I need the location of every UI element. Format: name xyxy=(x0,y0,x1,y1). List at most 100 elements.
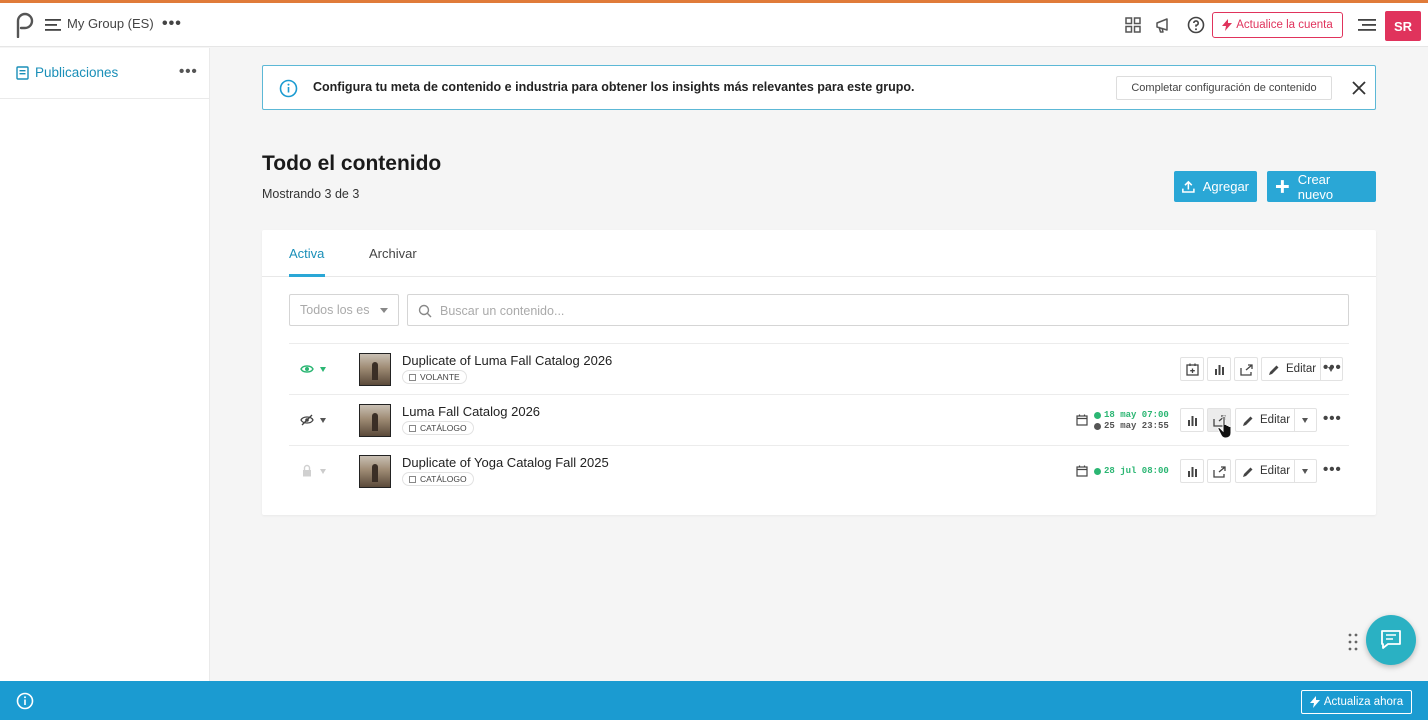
search-icon xyxy=(418,304,432,318)
chat-icon xyxy=(1381,630,1401,649)
content-thumbnail[interactable] xyxy=(359,455,391,488)
content-setup-banner: Configura tu meta de contenido e industr… xyxy=(262,65,1376,110)
content-thumbnail[interactable] xyxy=(359,404,391,437)
schedule-start: 28 jul 08:00 xyxy=(1094,466,1169,476)
info-icon[interactable] xyxy=(16,692,34,710)
share-icon xyxy=(1212,465,1226,478)
pencil-icon xyxy=(1269,365,1279,375)
menu-icon[interactable] xyxy=(44,16,62,34)
upload-icon xyxy=(1182,180,1195,193)
stats-button[interactable] xyxy=(1180,408,1204,432)
visibility-dropdown-icon[interactable] xyxy=(320,367,326,372)
search-field[interactable] xyxy=(407,294,1349,326)
content-type-label: CATÁLOGO xyxy=(420,423,467,433)
help-icon[interactable] xyxy=(1187,16,1205,34)
tab-bar: Activa Archivar xyxy=(262,230,1376,277)
upgrade-now-button[interactable]: Actualiza ahora xyxy=(1301,690,1412,714)
close-icon[interactable] xyxy=(1351,80,1367,96)
schedule-end: 25 may 23:55 xyxy=(1094,421,1169,431)
content-title[interactable]: Luma Fall Catalog 2026 xyxy=(402,404,540,419)
edit-button[interactable]: Editar xyxy=(1235,408,1317,432)
sidebar-item-label: Publicaciones xyxy=(35,65,119,80)
bar-chart-icon xyxy=(1187,466,1197,477)
edit-label: Editar xyxy=(1260,465,1291,477)
stats-button[interactable] xyxy=(1180,459,1204,483)
status-dot xyxy=(1094,411,1101,419)
share-button[interactable] xyxy=(1207,459,1231,483)
active-tab-indicator xyxy=(289,274,325,277)
eye-icon[interactable] xyxy=(300,362,314,376)
content-type-badge: CATÁLOGO xyxy=(402,472,474,486)
edit-button[interactable]: Editar xyxy=(1235,459,1317,483)
status-filter-select[interactable]: Todos los es xyxy=(289,294,399,326)
edit-dropdown-icon[interactable] xyxy=(1302,469,1308,474)
bar-chart-icon xyxy=(1214,364,1224,375)
tab-activa[interactable]: Activa xyxy=(289,246,324,261)
edit-divider xyxy=(1294,460,1295,482)
add-button[interactable]: Agregar xyxy=(1174,171,1257,202)
document-icon xyxy=(409,425,416,432)
chevron-down-icon xyxy=(380,308,388,313)
content-type-label: VOLANTE xyxy=(420,372,460,382)
lightning-icon xyxy=(1222,19,1233,31)
table-row[interactable]: Duplicate of Luma Fall Catalog 2026 VOLA… xyxy=(289,343,1349,394)
sidebar: Publicaciones ••• xyxy=(0,48,210,681)
schedule-start-text: 18 may 07:00 xyxy=(1104,410,1169,420)
info-icon xyxy=(279,79,298,98)
user-avatar[interactable]: SR xyxy=(1385,11,1421,41)
edit-divider xyxy=(1320,358,1321,380)
apps-grid-icon[interactable] xyxy=(1124,16,1142,34)
content-list-card: Activa Archivar Todos los es Duplicate o… xyxy=(262,230,1376,515)
app-logo-icon[interactable] xyxy=(12,12,34,38)
more-options-icon[interactable]: ••• xyxy=(1323,410,1342,427)
edit-label: Editar xyxy=(1260,414,1291,426)
top-bar: My Group (ES) ••• Actualice la cuenta SR xyxy=(0,0,1428,47)
eye-off-icon[interactable] xyxy=(300,413,314,427)
edit-label: Editar xyxy=(1286,363,1317,375)
pencil-icon xyxy=(1243,467,1253,477)
lock-icon[interactable] xyxy=(300,464,314,478)
status-dot xyxy=(1094,422,1101,430)
schedule-end-text: 25 may 23:55 xyxy=(1104,421,1169,431)
content-title[interactable]: Duplicate of Yoga Catalog Fall 2025 xyxy=(402,455,609,470)
upgrade-account-label: Actualice la cuenta xyxy=(1236,19,1333,31)
chat-button[interactable] xyxy=(1366,615,1416,665)
more-options-icon[interactable]: ••• xyxy=(1323,359,1342,376)
calendar-icon[interactable] xyxy=(1076,465,1088,477)
megaphone-icon[interactable] xyxy=(1155,16,1173,34)
sidebar-item-publicaciones[interactable]: Publicaciones ••• xyxy=(0,48,209,99)
schedule-start: 18 may 07:00 xyxy=(1094,410,1169,420)
drag-handle-icon[interactable] xyxy=(1348,633,1358,651)
pencil-icon xyxy=(1243,416,1253,426)
schedule-button[interactable] xyxy=(1180,357,1204,381)
schedule-start-text: 28 jul 08:00 xyxy=(1104,466,1169,476)
content-thumbnail[interactable] xyxy=(359,353,391,386)
status-filter-value: Todos los es xyxy=(300,303,370,317)
complete-setup-button[interactable]: Completar configuración de contenido xyxy=(1116,76,1332,100)
content-title[interactable]: Duplicate of Luma Fall Catalog 2026 xyxy=(402,353,612,368)
share-button[interactable] xyxy=(1234,357,1258,381)
publication-icon xyxy=(16,66,29,80)
create-new-button[interactable]: Crear nuevo xyxy=(1267,171,1376,202)
page-title: Todo el contenido xyxy=(262,152,442,175)
table-row[interactable]: Duplicate of Yoga Catalog Fall 2025 CATÁ… xyxy=(289,445,1349,496)
calendar-icon[interactable] xyxy=(1076,414,1088,426)
hand-cursor-icon xyxy=(1217,415,1232,439)
sidebar-more-icon[interactable]: ••• xyxy=(179,63,198,80)
edit-dropdown-icon[interactable] xyxy=(1302,418,1308,423)
visibility-dropdown-icon[interactable] xyxy=(320,469,326,474)
search-input[interactable] xyxy=(440,301,1320,321)
document-icon xyxy=(409,476,416,483)
table-row[interactable]: Luma Fall Catalog 2026 CATÁLOGO 18 may 0… xyxy=(289,394,1349,445)
notifications-menu-icon[interactable] xyxy=(1358,17,1376,33)
upgrade-account-button[interactable]: Actualice la cuenta xyxy=(1212,12,1343,38)
more-options-icon[interactable]: ••• xyxy=(1323,461,1342,478)
content-type-badge: VOLANTE xyxy=(402,370,467,384)
group-more-icon[interactable]: ••• xyxy=(162,15,182,33)
share-icon xyxy=(1239,363,1253,376)
group-name[interactable]: My Group (ES) xyxy=(67,16,154,31)
stats-button[interactable] xyxy=(1207,357,1231,381)
tab-archivar[interactable]: Archivar xyxy=(369,246,417,261)
visibility-dropdown-icon[interactable] xyxy=(320,418,326,423)
bar-chart-icon xyxy=(1187,415,1197,426)
